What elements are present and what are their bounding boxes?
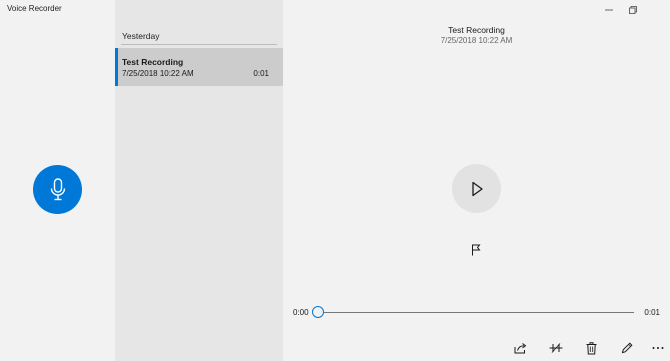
current-time: 0:00	[293, 308, 309, 317]
restore-icon	[629, 6, 637, 14]
share-icon	[514, 343, 526, 354]
group-header: Yesterday	[122, 31, 160, 41]
trim-button[interactable]	[548, 340, 564, 356]
add-marker-button[interactable]	[469, 243, 483, 257]
recording-title: Test Recording	[448, 25, 505, 35]
trim-icon	[549, 343, 563, 353]
recordings-list: Yesterday Test Recording 7/25/2018 10:22…	[115, 0, 283, 361]
record-pane	[0, 0, 115, 361]
microphone-icon	[50, 177, 65, 200]
more-icon	[652, 347, 664, 349]
minimize-button[interactable]	[596, 0, 622, 20]
group-divider	[121, 44, 277, 45]
recording-duration: 0:01	[253, 69, 269, 78]
seek-thumb[interactable]	[312, 306, 324, 318]
app-title: Voice Recorder	[7, 4, 62, 13]
title-bar: Voice Recorder	[0, 0, 670, 20]
minimize-icon	[605, 9, 613, 11]
flag-icon	[472, 244, 481, 256]
delete-icon	[586, 341, 596, 354]
selection-indicator	[115, 48, 118, 86]
total-time: 0:01	[644, 308, 660, 317]
voice-recorder-window: Voice Recorder Yesterday Test Recording …	[0, 0, 670, 361]
delete-button[interactable]	[583, 340, 599, 356]
more-options-button[interactable]	[650, 340, 666, 356]
rename-icon	[621, 342, 633, 354]
record-button[interactable]	[33, 165, 82, 214]
recording-date: 7/25/2018 10:22 AM	[122, 69, 194, 78]
share-button[interactable]	[512, 340, 528, 356]
recording-name: Test Recording	[122, 57, 184, 67]
restore-button[interactable]	[620, 0, 646, 20]
recording-list-item[interactable]: Test Recording 7/25/2018 10:22 AM 0:01	[115, 48, 283, 86]
playback-pane: Test Recording 7/25/2018 10:22 AM 0:00 0…	[283, 0, 670, 361]
play-button[interactable]	[452, 164, 501, 213]
seek-bar[interactable]	[318, 312, 634, 313]
rename-button[interactable]	[619, 340, 635, 356]
play-icon	[471, 181, 483, 196]
recording-timestamp: 7/25/2018 10:22 AM	[440, 36, 513, 45]
